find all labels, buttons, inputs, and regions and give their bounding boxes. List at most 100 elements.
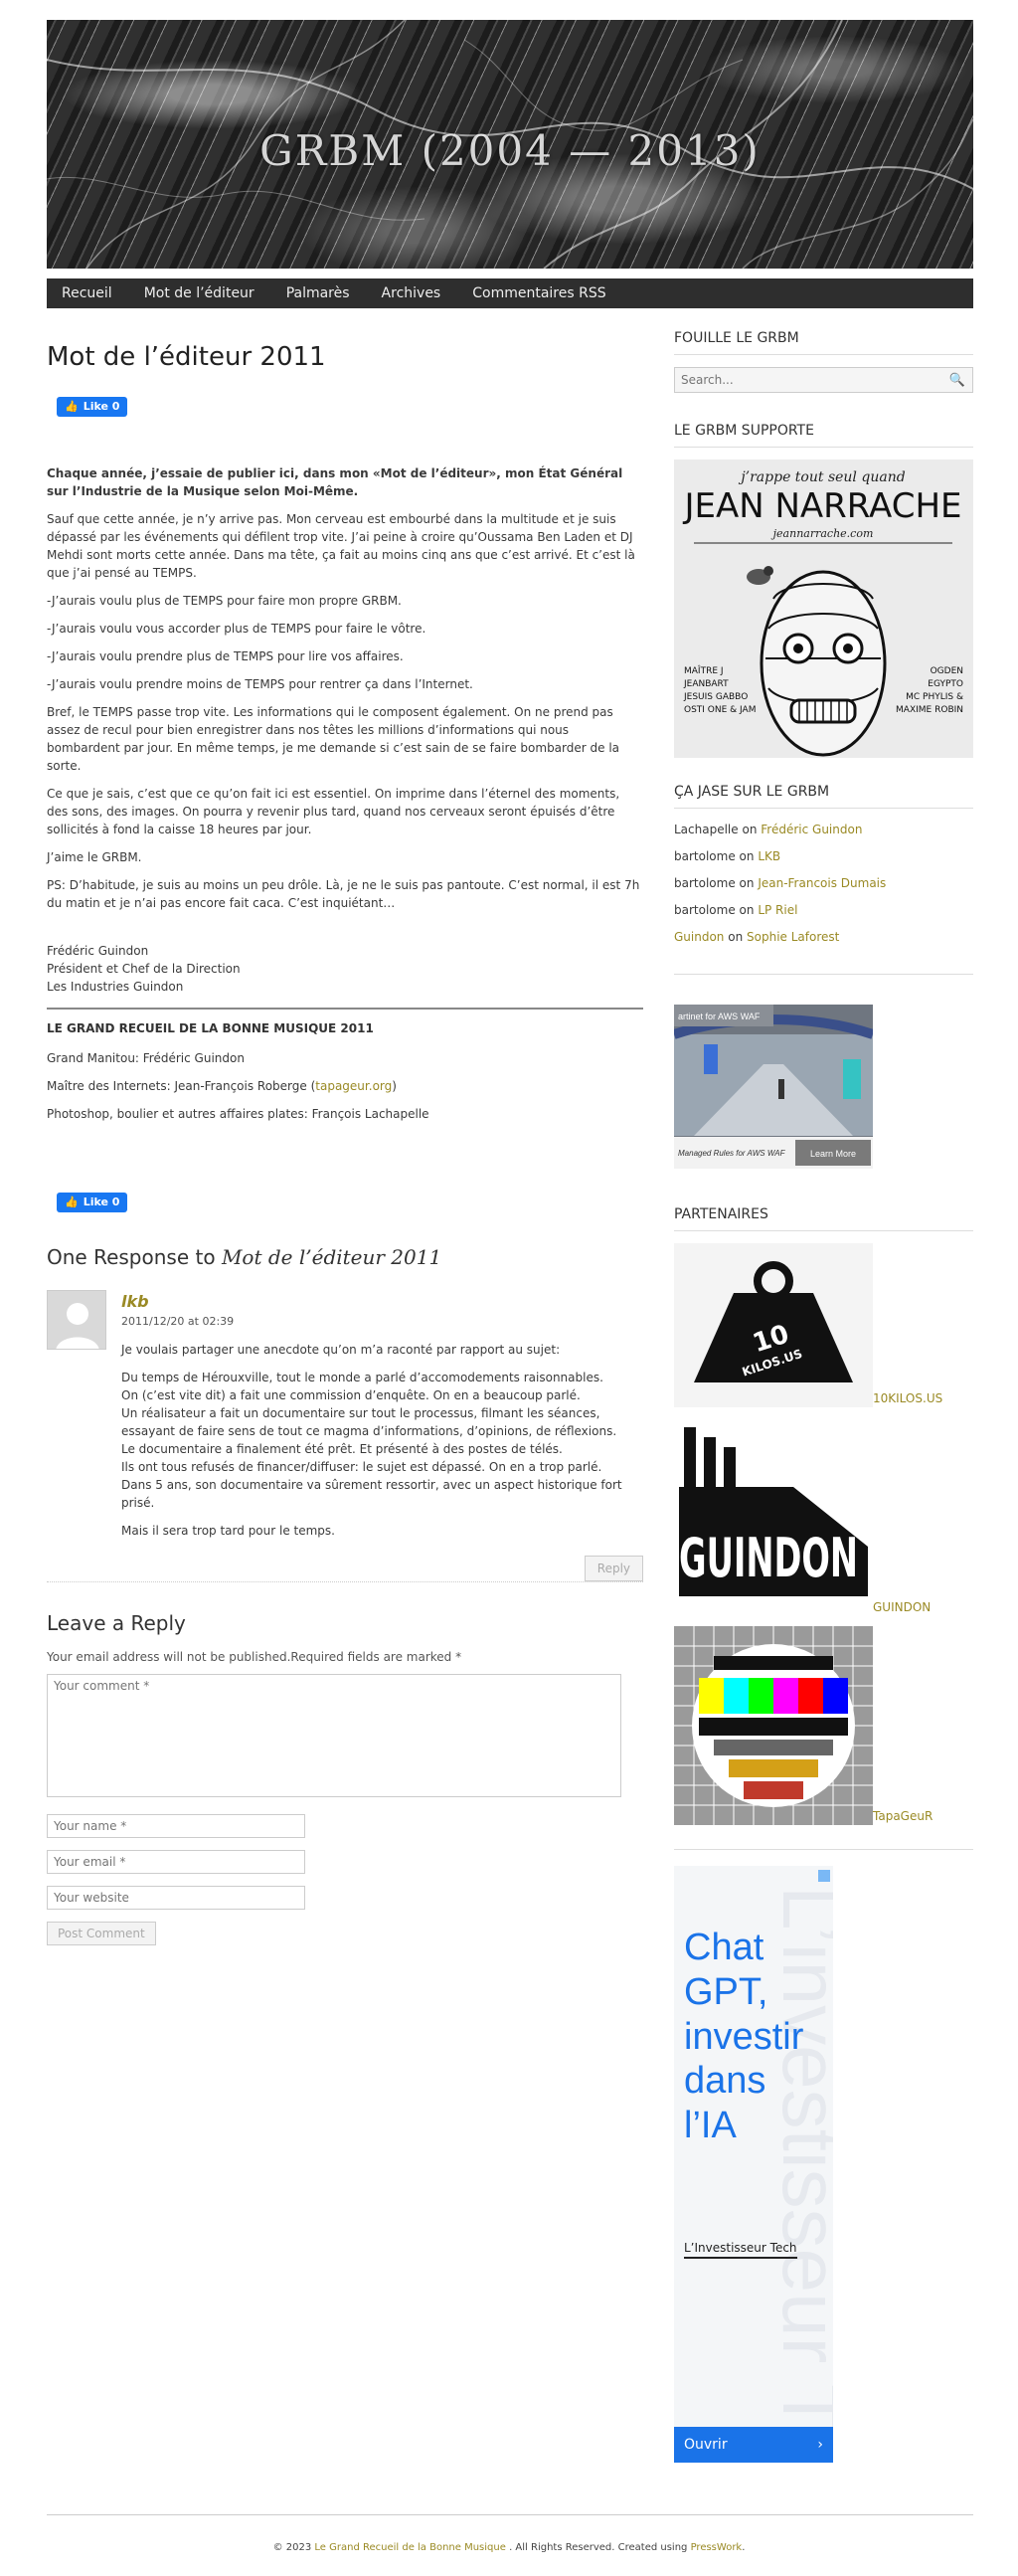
footer-presswork-link[interactable]: PressWork (691, 2542, 743, 2553)
commenter-link[interactable]: Guindon (674, 930, 724, 944)
svg-text:Learn More: Learn More (810, 1149, 856, 1159)
email-field[interactable] (47, 1849, 305, 1874)
post-paragraph: Sauf que cette année, je n’y arrive pas.… (47, 512, 635, 580)
chevron-right-icon: › (817, 2437, 823, 2453)
svg-text:JEANBART: JEANBART (683, 679, 729, 689)
investisseur-tech-ad[interactable]: L’investisseur Tech Chat GPT, investir d… (674, 1866, 833, 2463)
post-paragraph: -J’aurais voulu prendre moins de TEMPS p… (47, 677, 473, 691)
comment-date[interactable]: 2011/12/20 at 02:39 (121, 1314, 643, 1331)
name-field[interactable] (47, 1813, 305, 1838)
main-content: Mot de l’éditeur 2011 👍 Like 0 Chaque an… (47, 328, 643, 1945)
ad-artwork: artinet for AWS WAF Managed Rules for AW… (674, 1005, 873, 1169)
10kilos-logo[interactable]: 10 KILOS.US (674, 1243, 873, 1407)
comment-author[interactable]: lkb (121, 1290, 643, 1314)
nav-recueil[interactable]: Recueil (62, 283, 112, 304)
partner-10kilos-link[interactable]: 10KILOS.US (873, 1391, 942, 1405)
support-widget-title: LE GRBM SUPPORTE (674, 421, 973, 448)
search-input[interactable] (674, 367, 973, 393)
svg-text:MAÎTRE J: MAÎTRE J (684, 664, 724, 676)
footer: © 2023 Le Grand Recueil de la Bonne Musi… (272, 2542, 746, 2553)
post-paragraph: J’aime le GRBM. (47, 850, 142, 864)
divider (47, 1008, 643, 1010)
svg-text:JESUIS GABBO: JESUIS GABBO (683, 692, 748, 702)
recent-comment-item: Guindon on Sophie Laforest (674, 930, 840, 944)
svg-text:j’rappe tout seul quand: j’rappe tout seul quand (738, 469, 905, 485)
guindon-logo[interactable]: GUINDON (674, 1417, 873, 1616)
search-widget: 🔍 (674, 367, 973, 393)
credit-line: Photoshop, boulier et autres affaires pl… (47, 1107, 429, 1121)
like-label: Like 0 (83, 399, 120, 413)
reply-button[interactable]: Reply (584, 1555, 643, 1581)
partner-tapageur-link[interactable]: TapaGeuR (873, 1809, 933, 1823)
credit-line: Maître des Internets: Jean-François Robe… (47, 1079, 397, 1093)
comment-text: Du temps de Hérouxville, tout le monde a… (121, 1370, 622, 1510)
like-label: Like 0 (83, 1195, 120, 1208)
svg-text:Managed Rules for AWS WAF: Managed Rules for AWS WAF (678, 1149, 786, 1158)
partner-guindon-link[interactable]: GUINDON (873, 1600, 931, 1614)
site-title[interactable]: GRBM (2004 — 2013) (47, 119, 973, 182)
recent-comment-link[interactable]: Frédéric Guindon (761, 823, 862, 836)
default-avatar-icon (48, 1291, 105, 1349)
thumbs-up-icon: 👍 (65, 1195, 79, 1208)
post-paragraph: PS: D’habitude, je suis au moins un peu … (47, 878, 640, 910)
comment-text: Mais il sera trop tard pour le temps. (121, 1523, 335, 1538)
post-title: Mot de l’éditeur 2011 (47, 342, 326, 372)
search-widget-title: FOUILLE LE GRBM (674, 328, 973, 355)
partner-guindon: GUINDON GUINDON (674, 1417, 973, 1616)
nav-mot-de-lediteur[interactable]: Mot de l’éditeur (144, 283, 254, 304)
footer-divider (47, 2514, 973, 2515)
svg-text:MC PHYLIS &: MC PHYLIS & (906, 692, 963, 702)
comment: lkb 2011/12/20 at 02:39 Je voulais parta… (47, 1290, 643, 1581)
credits-heading: LE GRAND RECUEIL DE LA BONNE MUSIQUE 201… (47, 1021, 374, 1035)
thumbs-up-icon: 👍 (65, 399, 79, 413)
svg-text:jeannarrache.com: jeannarrache.com (770, 527, 874, 540)
nav-palmares[interactable]: Palmarès (286, 283, 350, 304)
post-paragraph: -J’aurais voulu plus de TEMPS pour faire… (47, 594, 402, 608)
footer-site-link[interactable]: Le Grand Recueil de la Bonne Musique (314, 2542, 506, 2553)
post-paragraph: -J’aurais voulu vous accorder plus de TE… (47, 622, 426, 636)
reply-note: Your email address will not be published… (47, 1649, 462, 1664)
search-icon[interactable]: 🔍 (949, 371, 965, 391)
nav-archives[interactable]: Archives (382, 283, 441, 304)
tapageur-link[interactable]: tapageur.org (315, 1079, 392, 1093)
signature-line: Frédéric Guindon (47, 944, 149, 958)
sidebar: FOUILLE LE GRBM 🔍 LE GRBM SUPPORTE j’rap… (674, 328, 973, 2463)
post-body: Chaque année, j’essaie de publier ici, d… (47, 464, 643, 1123)
recent-comment-item: bartolome on LKB (674, 849, 781, 863)
facebook-like-button[interactable]: 👍 Like 0 (57, 1193, 128, 1212)
facebook-like-button[interactable]: 👍 Like 0 (57, 397, 128, 417)
recent-comment-item: Lachapelle on Frédéric Guindon (674, 823, 863, 836)
post-paragraph: Ce que je sais, c’est que ce qu’on fait … (47, 787, 620, 836)
comment-textarea[interactable] (47, 1673, 621, 1797)
recent-comment-item: bartolome on Jean-Francois Dumais (674, 876, 887, 890)
site-header-banner[interactable]: GRBM (2004 — 2013) (47, 20, 973, 269)
avatar (47, 1290, 106, 1350)
ad-headline: Chat GPT, investir dans l’IA (684, 1927, 804, 2147)
tapageur-testcard-logo[interactable] (674, 1626, 873, 1825)
credit-line: Grand Manitou: Frédéric Guindon (47, 1051, 245, 1065)
jean-narrache-poster[interactable]: j’rappe tout seul quand JEAN NARRACHE je… (674, 460, 973, 758)
website-field[interactable] (47, 1885, 305, 1910)
comment-text: Je voulais partager une anecdote qu’on m… (121, 1342, 561, 1357)
divider (674, 1849, 973, 1850)
svg-text:EGYPTO: EGYPTO (928, 679, 963, 689)
aws-waf-ad[interactable]: artinet for AWS WAF Managed Rules for AW… (674, 1005, 873, 1169)
svg-text:GUINDON: GUINDON (679, 1527, 858, 1589)
signature: Frédéric Guindon Président et Chef de la… (47, 942, 643, 996)
divider (674, 974, 973, 975)
recent-comment-link[interactable]: Jean-Francois Dumais (758, 876, 886, 890)
ad-open-button[interactable]: Ouvrir › (674, 2427, 833, 2463)
recent-comments-list: Lachapelle on Frédéric Guindon bartolome… (674, 821, 973, 946)
recent-comment-item: bartolome on LP Riel (674, 903, 798, 917)
ad-brand: L’Investisseur Tech (684, 2239, 797, 2259)
nav-commentaires-rss[interactable]: Commentaires RSS (472, 283, 605, 304)
svg-text:OGDEN: OGDEN (931, 666, 963, 676)
recent-comment-link[interactable]: Sophie Laforest (747, 930, 839, 944)
recent-comment-link[interactable]: LKB (758, 849, 780, 863)
comments-title: One Response to Mot de l’éditeur 2011 (47, 1245, 442, 1269)
post-comment-button[interactable]: Post Comment (47, 1921, 156, 1945)
svg-text:MAXIME ROBIN: MAXIME ROBIN (896, 705, 963, 715)
recent-comment-link[interactable]: LP Riel (758, 903, 797, 917)
partners-widget-title: PARTENAIRES (674, 1204, 973, 1231)
narrache-artwork: j’rappe tout seul quand JEAN NARRACHE je… (674, 460, 973, 758)
